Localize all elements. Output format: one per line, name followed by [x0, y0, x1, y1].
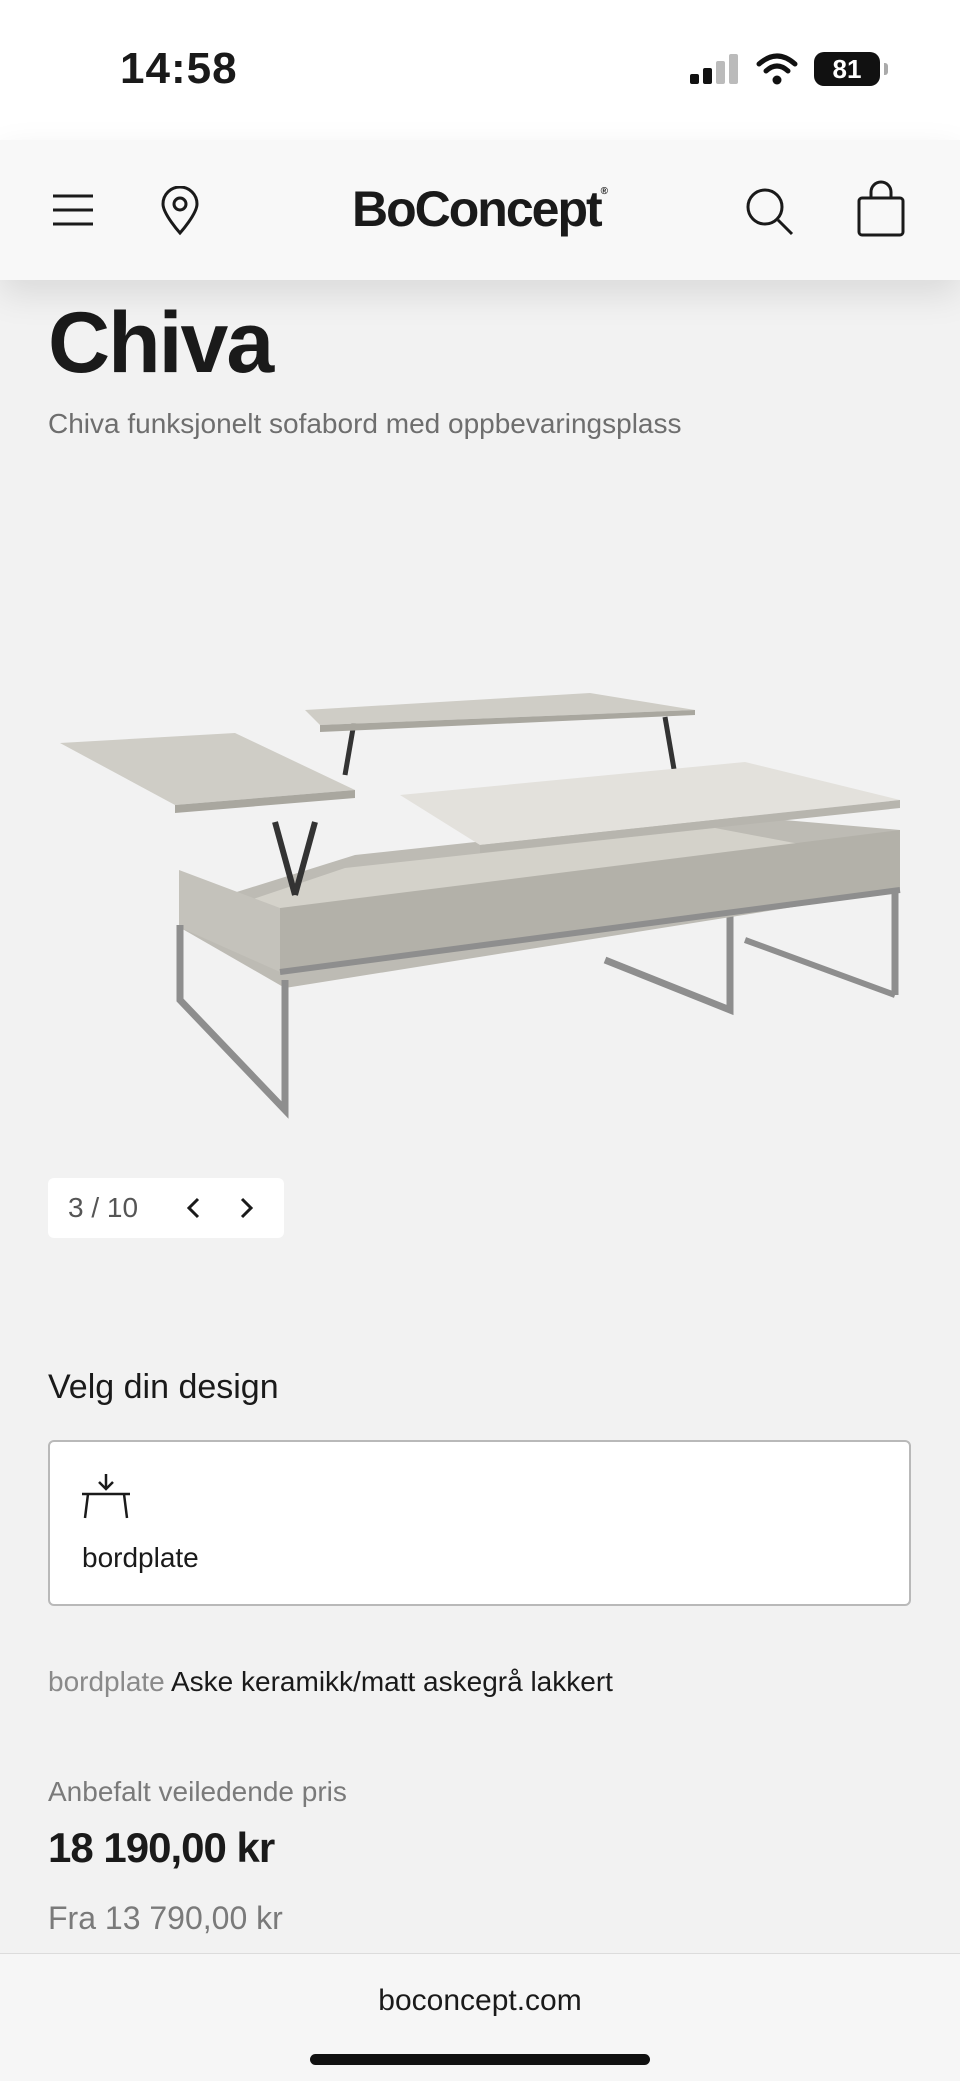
site-header: BoConcept®: [0, 140, 960, 280]
design-heading: Velg din design: [48, 1368, 279, 1406]
shopping-bag-icon[interactable]: [856, 180, 906, 238]
next-image-button[interactable]: [220, 1182, 272, 1234]
gallery-pager: 3 / 10: [48, 1178, 284, 1238]
table-top-icon: [82, 1474, 130, 1519]
registered-mark: ®: [600, 186, 609, 197]
price-from: Fra 13 790,00 kr: [48, 1900, 283, 1936]
brand-logo[interactable]: BoConcept®: [0, 180, 960, 238]
previous-image-button[interactable]: [168, 1182, 220, 1234]
selected-design-key: bordplate: [48, 1666, 165, 1697]
status-bar: 14:58 81: [0, 0, 960, 140]
gallery-counter: 3 / 10: [68, 1192, 139, 1223]
design-option-tabletop[interactable]: bordplate: [48, 1440, 911, 1606]
signal-icon: [690, 54, 738, 84]
url-text[interactable]: boconcept.com: [0, 1984, 960, 2018]
product-title: Chiva: [48, 295, 274, 391]
battery-icon: 81: [814, 52, 888, 86]
product-subtitle: Chiva funksjonelt sofabord med oppbevari…: [48, 408, 682, 439]
product-image[interactable]: [55, 680, 915, 1120]
wifi-icon: [756, 53, 798, 85]
selected-design: bordplate Aske keramikk/matt askegrå lak…: [48, 1666, 613, 1698]
logo-text: BoConcept: [351, 181, 603, 237]
search-icon[interactable]: [744, 186, 796, 238]
design-option-label: bordplate: [82, 1542, 199, 1573]
browser-url-bar[interactable]: boconcept.com: [0, 1953, 960, 2081]
home-indicator[interactable]: [310, 2054, 650, 2065]
selected-design-value: Aske keramikk/matt askegrå lakkert: [171, 1666, 613, 1697]
chevron-left-icon: [186, 1197, 200, 1219]
status-icons: 81: [690, 52, 888, 86]
status-time: 14:58: [120, 44, 238, 93]
battery-level: 81: [832, 53, 862, 84]
price-value: 18 190,00 kr: [48, 1824, 275, 1871]
chevron-right-icon: [240, 1197, 254, 1219]
price-label: Anbefalt veiledende pris: [48, 1776, 347, 1807]
